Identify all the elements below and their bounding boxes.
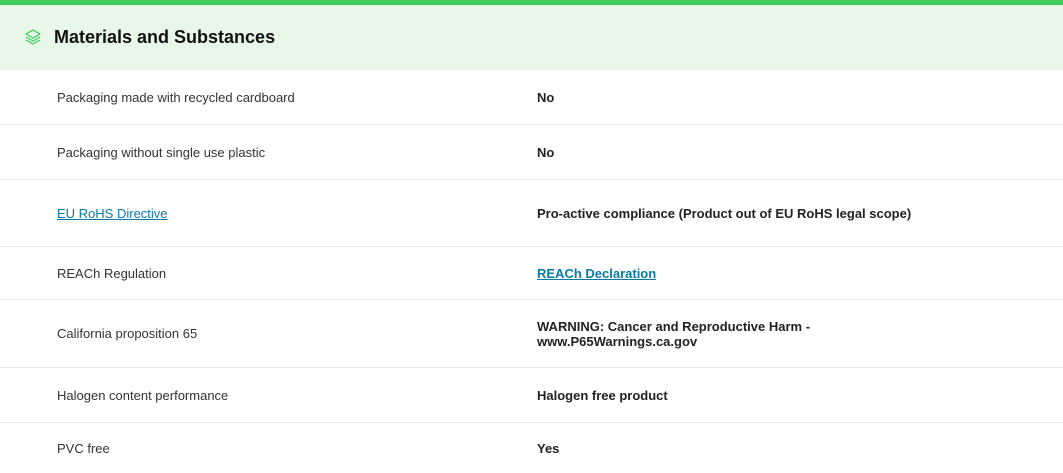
section-title: Materials and Substances: [54, 27, 276, 47]
row-value: Yes: [537, 440, 560, 456]
row-label: EU RoHS Directive: [0, 206, 537, 221]
attributes-table: Packaging made with recycled cardboard N…: [0, 70, 1063, 473]
row-label: California proposition 65: [57, 326, 198, 341]
table-row: Packaging made with recycled cardboard N…: [0, 70, 1063, 125]
layers-icon: [22, 26, 44, 48]
table-row: California proposition 65 WARNING: Cance…: [0, 300, 1063, 368]
table-row: REACh Regulation REACh Declaration: [0, 247, 1063, 300]
table-row: Halogen content performance Halogen free…: [0, 368, 1063, 423]
row-label: Packaging without single use plastic: [57, 144, 266, 160]
row-label: Packaging made with recycled cardboard: [57, 89, 295, 105]
row-label: REACh Regulation: [57, 265, 167, 281]
row-value: WARNING: Cancer and Reproductive Harm - …: [537, 318, 811, 349]
row-value: REACh Declaration: [537, 266, 957, 281]
row-value: Halogen free product: [537, 387, 668, 403]
eu-rohs-directive-link[interactable]: EU RoHS Directive: [57, 206, 168, 221]
row-value: Pro-active compliance (Product out of EU…: [537, 205, 912, 221]
table-row: EU RoHS Directive Pro-active compliance …: [0, 180, 1063, 247]
row-value: No: [537, 89, 555, 105]
row-label: PVC free: [57, 440, 110, 456]
table-row: Packaging without single use plastic No: [0, 125, 1063, 180]
section-header[interactable]: Materials and Substances: [0, 5, 1063, 70]
row-value: No: [537, 144, 555, 160]
reach-declaration-link[interactable]: REACh Declaration: [537, 266, 656, 281]
table-row: PVC free Yes: [0, 423, 1063, 473]
row-label: Halogen content performance: [57, 387, 229, 403]
